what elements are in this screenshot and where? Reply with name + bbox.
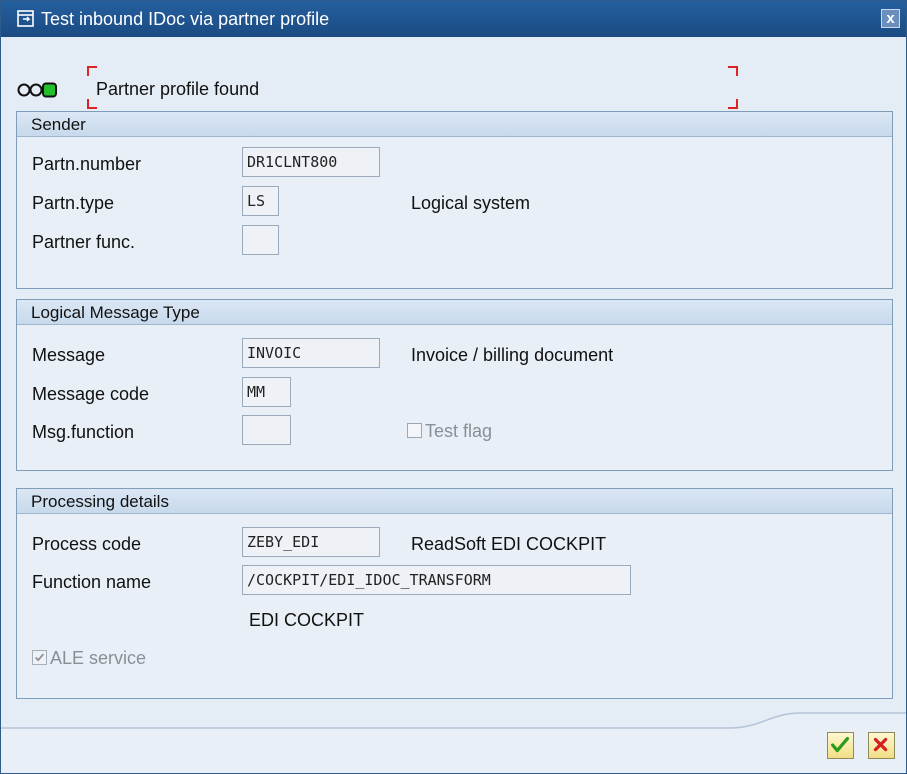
traffic-light-green-icon (17, 82, 57, 98)
process-code-label: Process code (32, 534, 142, 554)
cancel-button[interactable] (868, 732, 895, 759)
checkmark-icon (831, 736, 850, 753)
processing-details-group: Processing details Process code ZEBY_EDI… (16, 488, 893, 699)
focus-bracket-bottom-right (728, 99, 738, 109)
partn-number-field[interactable]: DR1CLNT800 (242, 147, 380, 177)
message-code-label: Message code (32, 384, 150, 404)
message-type-group: Logical Message Type Message INVOIC Invo… (16, 299, 893, 471)
function-name-field[interactable]: /COCKPIT/EDI_IDOC_TRANSFORM (242, 565, 631, 595)
partn-type-field[interactable]: LS (242, 186, 279, 216)
title-bar[interactable]: Test inbound IDoc via partner profile x (1, 1, 906, 37)
dialog-window: Test inbound IDoc via partner profile x … (0, 0, 907, 774)
msg-function-label: Msg.function (32, 422, 135, 442)
message-description: Invoice / billing document (411, 345, 614, 365)
dialog-window-icon (17, 10, 34, 27)
window-title: Test inbound IDoc via partner profile (41, 9, 330, 29)
test-flag-checkbox[interactable] (407, 423, 422, 438)
message-label: Message (32, 345, 106, 365)
msg-function-field[interactable] (242, 415, 291, 445)
close-icon: x (886, 10, 895, 27)
process-code-field[interactable]: ZEBY_EDI (242, 527, 380, 557)
focus-bracket-top-right (728, 66, 738, 76)
message-type-header: Logical Message Type (17, 300, 892, 325)
partner-func-field[interactable] (242, 225, 279, 255)
processing-details-header: Processing details (17, 489, 892, 514)
cross-icon (873, 737, 888, 752)
ale-service-label: ALE service (50, 648, 147, 668)
function-description: EDI COCKPIT (249, 610, 365, 630)
process-code-description: ReadSoft EDI COCKPIT (411, 534, 607, 554)
test-flag-label: Test flag (425, 421, 493, 441)
close-button[interactable]: x (881, 9, 900, 28)
partn-number-label: Partn.number (32, 154, 142, 174)
message-field[interactable]: INVOIC (242, 338, 380, 368)
ale-service-checkbox[interactable] (32, 650, 47, 665)
checkmark-icon (34, 653, 45, 662)
status-message: Partner profile found (96, 79, 260, 99)
focus-bracket-top-left (87, 66, 97, 76)
partn-type-description: Logical system (411, 193, 531, 213)
message-code-field[interactable]: MM (242, 377, 291, 407)
ok-button[interactable] (827, 732, 854, 759)
sender-header: Sender (17, 112, 892, 137)
partn-type-label: Partn.type (32, 193, 115, 213)
function-name-label: Function name (32, 572, 152, 592)
partner-func-label: Partner func. (32, 232, 136, 252)
sender-group: Sender Partn.number DR1CLNT800 Partn.typ… (16, 111, 893, 289)
footer-separator (1, 712, 906, 773)
